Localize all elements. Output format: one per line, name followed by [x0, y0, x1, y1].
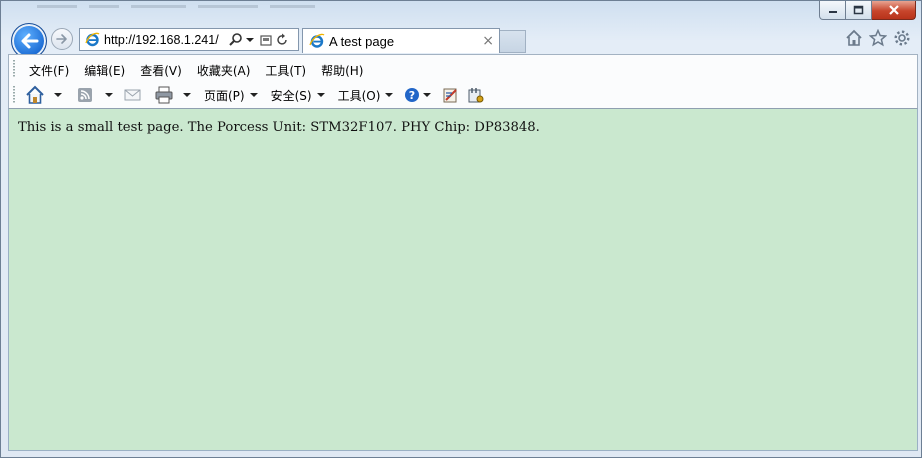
print-dropdown-icon[interactable]	[183, 93, 191, 97]
page-dropdown-icon	[249, 93, 258, 97]
rss-feed-icon	[78, 88, 92, 102]
address-input[interactable]	[104, 32, 226, 47]
page-menu-label: 页面(P)	[204, 88, 245, 103]
background-window-blur	[31, 1, 411, 23]
read-mail-command[interactable]	[124, 88, 142, 102]
menu-file[interactable]: 文件(F)	[27, 60, 76, 81]
menu-help[interactable]: 帮助(H)	[319, 60, 370, 81]
favorites-star-icon[interactable]	[869, 29, 887, 47]
new-tab-button[interactable]	[500, 30, 526, 53]
minimize-icon	[828, 11, 837, 13]
developer-tools-icon	[468, 88, 484, 103]
restore-icon	[853, 5, 864, 15]
compatibility-view-icon[interactable]	[259, 33, 273, 47]
tab-close-icon[interactable]: ×	[482, 33, 494, 49]
feeds-command[interactable]	[77, 87, 113, 103]
back-arrow-icon	[21, 33, 39, 49]
home-icon[interactable]	[845, 29, 863, 47]
help-icon: ?	[405, 88, 420, 102]
page-text: This is a small test page. The Porcess U…	[18, 120, 540, 135]
page-content: This is a small test page. The Porcess U…	[8, 109, 918, 451]
home-dropdown-icon[interactable]	[54, 93, 62, 97]
address-bar[interactable]	[79, 28, 299, 51]
forward-arrow-icon	[56, 34, 67, 44]
command-bar: 页面(P) 安全(S) 工具(O) ?	[25, 84, 492, 106]
page-menu[interactable]: 页面(P)	[202, 87, 258, 104]
svg-text:?: ?	[409, 89, 415, 102]
browser-window: A test page × 文件(F) 编辑(E) 查看(V) 收藏夹(A) 工…	[0, 0, 922, 458]
print-command[interactable]	[155, 86, 191, 104]
settings-gear-icon[interactable]	[893, 29, 911, 47]
safety-dropdown-icon	[316, 93, 325, 97]
browser-right-icons	[845, 29, 911, 47]
tab-title: A test page	[329, 33, 395, 49]
mail-icon	[124, 89, 141, 101]
tools-menu[interactable]: 工具(O)	[336, 87, 394, 104]
menu-favorites[interactable]: 收藏夹(A)	[195, 60, 258, 81]
menu-tools[interactable]: 工具(T)	[263, 60, 313, 81]
research-command[interactable]	[442, 86, 460, 104]
address-tools	[228, 32, 289, 48]
tab-active[interactable]: A test page ×	[302, 28, 500, 53]
menu-bar-grip[interactable]	[13, 60, 15, 78]
search-dropdown-icon[interactable]	[246, 37, 254, 42]
help-dropdown-icon	[423, 93, 432, 97]
ie-logo-icon	[85, 32, 100, 47]
refresh-icon[interactable]	[275, 33, 289, 47]
research-icon	[443, 88, 458, 103]
safety-menu-label: 安全(S)	[270, 88, 312, 103]
forward-button[interactable]	[51, 28, 73, 50]
tools-dropdown-icon	[385, 93, 394, 97]
maximize-button[interactable]	[846, 1, 872, 20]
menu-bar: 文件(F) 编辑(E) 查看(V) 收藏夹(A) 工具(T) 帮助(H)	[27, 60, 376, 81]
menu-view[interactable]: 查看(V)	[138, 60, 189, 81]
command-bar-grip[interactable]	[13, 86, 15, 104]
search-icon[interactable]	[228, 32, 244, 48]
window-caption-buttons	[819, 1, 916, 20]
tab-ie-icon	[309, 33, 325, 48]
close-icon	[888, 5, 899, 15]
minimize-button[interactable]	[819, 1, 846, 20]
menu-edit[interactable]: 编辑(E)	[82, 60, 132, 81]
developer-tools-command[interactable]	[467, 86, 485, 104]
safety-menu[interactable]: 安全(S)	[269, 87, 325, 104]
help-command[interactable]: ?	[404, 87, 432, 103]
tools-menu-label: 工具(O)	[337, 88, 381, 103]
cmd-home-icon	[26, 85, 44, 104]
toolbar-area: 文件(F) 编辑(E) 查看(V) 收藏夹(A) 工具(T) 帮助(H) 页面(…	[8, 54, 918, 109]
home-command[interactable]	[25, 85, 62, 105]
close-button[interactable]	[872, 1, 916, 20]
feeds-dropdown-icon[interactable]	[105, 93, 113, 97]
printer-icon	[155, 86, 173, 104]
